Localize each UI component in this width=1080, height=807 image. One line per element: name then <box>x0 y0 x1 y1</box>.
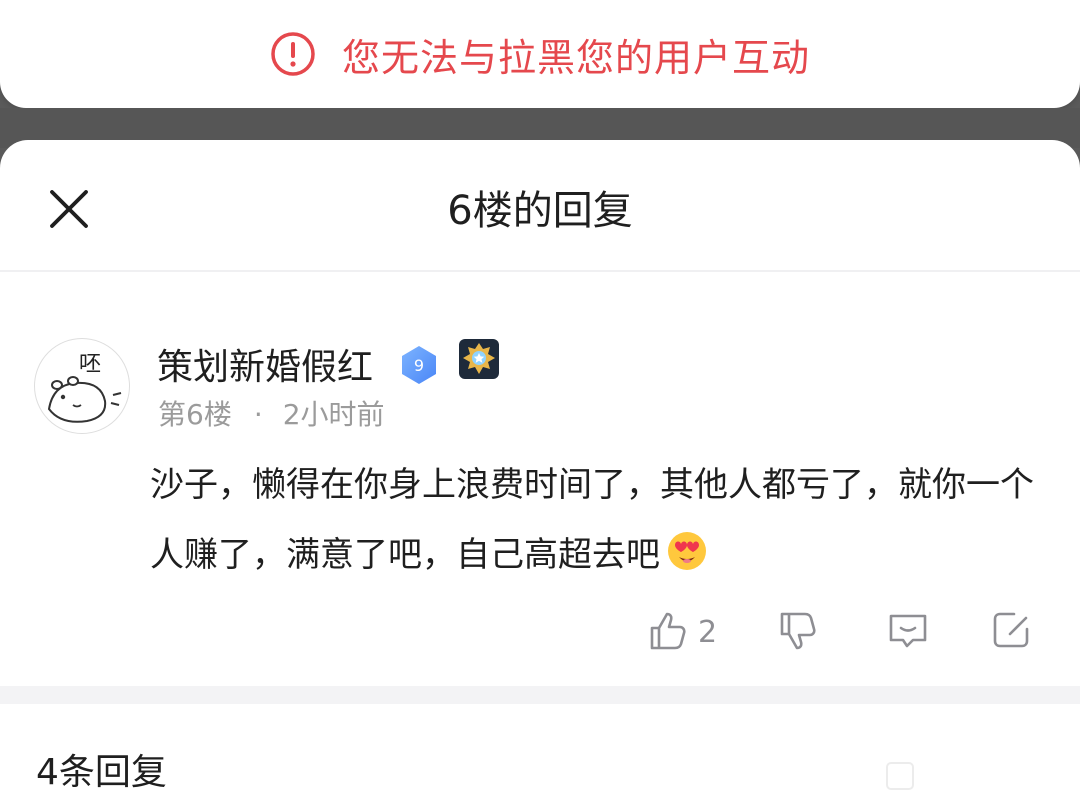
like-count: 2 <box>698 614 718 650</box>
thumbs-up-icon <box>646 608 690 656</box>
post-content: 沙子，懒得在你身上浪费时间了，其他人都亏了，就你一个人赚了，满意了吧，自己高超去… <box>150 450 1040 590</box>
post-text: 沙子，懒得在你身上浪费时间了，其他人都亏了，就你一个人赚了，满意了吧，自己高超去… <box>150 465 1034 575</box>
watermark-icon <box>884 760 916 792</box>
reply-sheet: 6楼的回复 呸 策划新婚假红 9 第6楼 · 2小时前 沙子，懒得在你身上浪费时… <box>0 140 1080 807</box>
sheet-header: 6楼的回复 <box>0 140 1080 272</box>
like-button[interactable]: 2 <box>646 608 717 656</box>
edit-button[interactable] <box>990 608 1034 656</box>
level-number: 9 <box>414 356 424 375</box>
avatar[interactable]: 呸 <box>34 338 130 434</box>
heart-eyes-emoji <box>666 526 708 570</box>
post-actions: 2 <box>0 608 1080 668</box>
post-time: 2小时前 <box>282 398 385 431</box>
post-card: 呸 策划新婚假红 9 第6楼 · 2小时前 沙子，懒得在你身上浪费时间了，其他人… <box>0 272 1080 688</box>
thumbs-down-icon <box>776 608 820 656</box>
reply-button[interactable] <box>886 608 930 656</box>
toast-message: 您无法与拉黑您的用户互动 <box>341 35 810 80</box>
level-badge-icon: 9 <box>398 344 440 386</box>
medal-icon <box>458 338 500 380</box>
sheet-title: 6楼的回复 <box>447 188 633 234</box>
avatar-text: 呸 <box>79 352 101 377</box>
dislike-button[interactable] <box>776 608 820 656</box>
edit-icon <box>990 608 1034 656</box>
section-divider <box>0 686 1080 704</box>
comment-icon <box>886 608 930 656</box>
floor-number: 第6楼 <box>158 398 232 431</box>
block-toast: 您无法与拉黑您的用户互动 <box>0 0 1080 108</box>
username[interactable]: 策划新婚假红 <box>157 338 373 390</box>
replies-count: 4条回复 <box>36 752 167 793</box>
alert-circle-icon <box>270 31 316 77</box>
meta-separator: · <box>253 398 263 431</box>
post-meta: 第6楼 · 2小时前 <box>158 393 385 433</box>
